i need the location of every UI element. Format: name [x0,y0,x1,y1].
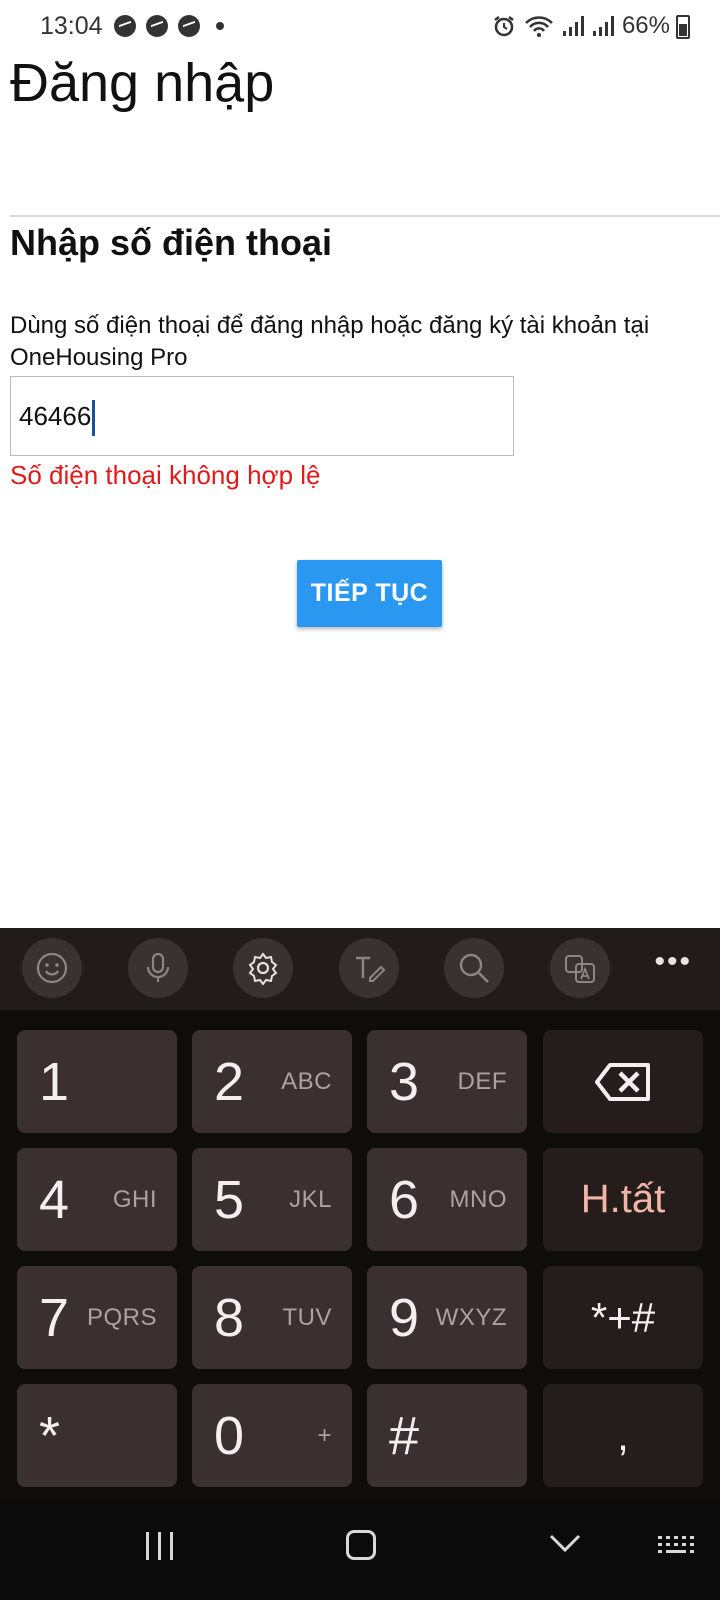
status-time: 13:04 [40,12,103,40]
mic-icon[interactable] [128,938,188,998]
key-number: 4 [39,1170,70,1230]
messenger-icon [146,15,168,37]
text-cursor [92,400,96,437]
key-number: 1 [39,1052,70,1112]
signal-icon [562,16,584,36]
key-number: 8 [214,1288,245,1348]
symbols-key[interactable]: *+# [543,1266,703,1369]
key-3[interactable]: 3 DEF [367,1030,527,1133]
key-letters: PQRS [86,1304,157,1331]
section-title: Nhập số điện thoại [10,222,333,263]
key-letters: GHI [112,1186,157,1213]
more-icon[interactable]: ••• [654,947,692,977]
key-letters: DEF [457,1068,507,1095]
comma-label: , [617,1411,629,1459]
key-6[interactable]: 6 MNO [367,1148,527,1251]
done-key[interactable]: H.tất [543,1148,703,1251]
phone-number-value: 46466 [19,401,92,431]
emoji-icon[interactable] [22,938,82,998]
messenger-icon [114,15,136,37]
search-icon[interactable] [444,938,504,998]
phone-number-input[interactable]: 46466 [10,376,514,456]
key-letters: + [317,1422,332,1449]
error-message: Số điện thoại không hợp lệ [10,460,321,490]
description-text: Dùng số điện thoại để đăng nhập hoặc đăn… [10,312,650,371]
battery-icon [676,15,690,39]
key-9[interactable]: 9 WXYZ [367,1266,527,1369]
page-title: Đăng nhập [10,53,275,113]
continue-button[interactable]: TIẾP TỤC [297,560,442,627]
key-star[interactable]: * [17,1384,177,1487]
key-number: 3 [389,1052,420,1112]
translate-icon[interactable] [550,938,610,998]
key-letters: WXYZ [435,1304,507,1331]
signal-icon [592,16,614,36]
home-icon[interactable] [346,1530,376,1560]
key-number: 0 [214,1406,245,1466]
key-number: 9 [389,1288,420,1348]
key-4[interactable]: 4 GHI [17,1148,177,1251]
key-letters: MNO [449,1186,507,1213]
key-number: * [39,1406,61,1466]
key-1[interactable]: 1 [17,1030,177,1133]
key-number: 5 [214,1170,245,1230]
back-icon[interactable] [548,1526,582,1560]
key-number: 6 [389,1170,420,1230]
backspace-key[interactable] [543,1030,703,1133]
recent-apps-icon[interactable] [146,1532,173,1560]
done-label: H.tất [580,1177,666,1221]
key-5[interactable]: 5 JKL [192,1148,352,1251]
symbols-label: *+# [590,1293,656,1341]
key-8[interactable]: 8 TUV [192,1266,352,1369]
system-icons: 66% [492,12,670,40]
key-hash[interactable]: # [367,1384,527,1487]
handwriting-icon[interactable] [339,938,399,998]
notification-icons [114,15,224,37]
key-letters: TUV [282,1304,332,1331]
key-2[interactable]: 2 ABC [192,1030,352,1133]
key-0[interactable]: 0 + [192,1384,352,1487]
messenger-icon [178,15,200,37]
keyboard-toolbar: ••• [0,928,720,1010]
keyboard-icon[interactable] [658,1536,694,1560]
key-7[interactable]: 7 PQRS [17,1266,177,1369]
navigation-bar [0,1500,720,1600]
backspace-icon [595,1062,650,1101]
dot-icon [216,22,224,30]
battery-percent: 66% [621,12,670,39]
key-letters: ABC [281,1068,332,1095]
key-number: 7 [39,1288,70,1348]
key-number: 2 [214,1052,245,1112]
settings-icon[interactable] [233,938,293,998]
wifi-icon [525,16,553,37]
divider [10,215,720,217]
alarm-icon [494,16,514,37]
key-number: # [389,1406,420,1466]
comma-key[interactable]: , [543,1384,703,1487]
key-letters: JKL [289,1186,332,1213]
status-bar: 13:04 66% [0,0,720,52]
